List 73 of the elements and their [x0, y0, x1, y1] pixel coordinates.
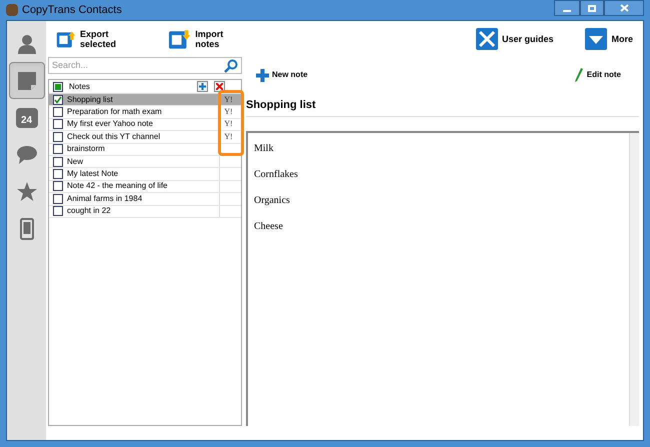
- note-row[interactable]: New: [49, 156, 241, 168]
- source-label: Y!: [224, 94, 233, 106]
- phone-icon: [20, 218, 34, 240]
- note-row[interactable]: Check out this YT channel Y!: [49, 131, 241, 144]
- new-note-button[interactable]: New note: [256, 68, 308, 82]
- note-row[interactable]: Shopping list Y!: [49, 94, 241, 106]
- note-line: Cheese: [254, 220, 284, 232]
- checkbox[interactable]: [53, 169, 63, 180]
- checkbox[interactable]: [53, 119, 63, 130]
- note-title: Note 42 - the meaning of life: [67, 181, 169, 192]
- note-title: brainstorm: [67, 144, 106, 154]
- note-title: My latest Note: [67, 169, 120, 180]
- note-title: Animal farms in 1984: [67, 194, 144, 204]
- note-title: My first ever Yahoo note: [67, 119, 154, 130]
- toolbar-button[interactable]: User guides: [476, 28, 554, 50]
- search-icon: [224, 58, 238, 72]
- checkbox[interactable]: [53, 156, 63, 167]
- note-row[interactable]: cought in 22: [49, 206, 241, 218]
- sidebar-tab[interactable]: 24: [8, 99, 44, 136]
- note-row[interactable]: brainstorm: [49, 144, 241, 156]
- note-row[interactable]: Preparation for math exam Y!: [49, 106, 241, 119]
- note-heading: Shopping list: [246, 97, 639, 116]
- star-icon: [16, 180, 38, 202]
- add-icon[interactable]: [197, 81, 208, 92]
- delete-icon[interactable]: [214, 81, 225, 92]
- person-icon: [16, 32, 38, 54]
- scrollbar[interactable]: [629, 132, 639, 426]
- checkbox[interactable]: [53, 107, 63, 118]
- toolbar-button[interactable]: Import notes: [168, 28, 248, 50]
- checkbox[interactable]: [53, 144, 63, 154]
- toolbar-button[interactable]: Export selected: [56, 28, 136, 50]
- checkbox[interactable]: [53, 194, 63, 204]
- pencil-icon: [574, 68, 583, 82]
- close-button[interactable]: [604, 0, 644, 16]
- document-arrow-icon: [168, 28, 192, 50]
- note-row[interactable]: My latest Note: [49, 168, 241, 181]
- sidebar-tab[interactable]: [8, 62, 44, 99]
- note-row[interactable]: Animal farms in 1984: [49, 193, 241, 206]
- source-label: Y!: [224, 130, 233, 143]
- checkbox[interactable]: [53, 82, 63, 92]
- highlight-frame: [218, 90, 244, 156]
- column-header: Notes: [69, 80, 90, 92]
- note-title: Check out this YT channel: [67, 132, 162, 142]
- note-line: Organics: [254, 194, 291, 206]
- close-icon: [620, 4, 628, 12]
- note-title: cought in 22: [67, 206, 112, 216]
- note-row[interactable]: Note 42 - the meaning of life: [49, 180, 241, 194]
- source-label: Y!: [224, 106, 233, 118]
- plus-icon: [256, 68, 269, 82]
- checkbox[interactable]: [53, 206, 63, 216]
- checkbox[interactable]: [53, 132, 63, 142]
- dropdown-icon: [585, 28, 608, 50]
- calendar-icon: 24: [16, 108, 38, 128]
- note-row[interactable]: My first ever Yahoo note Y!: [49, 118, 241, 132]
- app-icon: [6, 4, 18, 16]
- note-title: New: [67, 156, 84, 167]
- search-bar[interactable]: Search...: [48, 57, 242, 74]
- maximize-button[interactable]: [580, 0, 604, 16]
- note-line: Milk: [254, 142, 274, 154]
- search-field[interactable]: Search...: [52, 58, 224, 72]
- note-editor[interactable]: Milk Cornflakes Organics Cheese: [246, 130, 639, 426]
- minimize-button[interactable]: [554, 0, 580, 16]
- edit-note-button[interactable]: Edit note: [574, 68, 621, 82]
- speech-bubble-icon: [16, 144, 38, 166]
- note-title: Shopping list: [67, 94, 114, 105]
- toolbar-button[interactable]: More: [585, 28, 633, 50]
- checkbox[interactable]: [53, 94, 63, 105]
- source-label: Y!: [224, 118, 233, 130]
- window-title: CopyTrans Contacts: [22, 2, 122, 18]
- note-line: Cornflakes: [254, 168, 299, 180]
- note-icon: [16, 70, 38, 92]
- checkbox[interactable]: [53, 181, 63, 192]
- note-title: Preparation for math exam: [67, 107, 163, 118]
